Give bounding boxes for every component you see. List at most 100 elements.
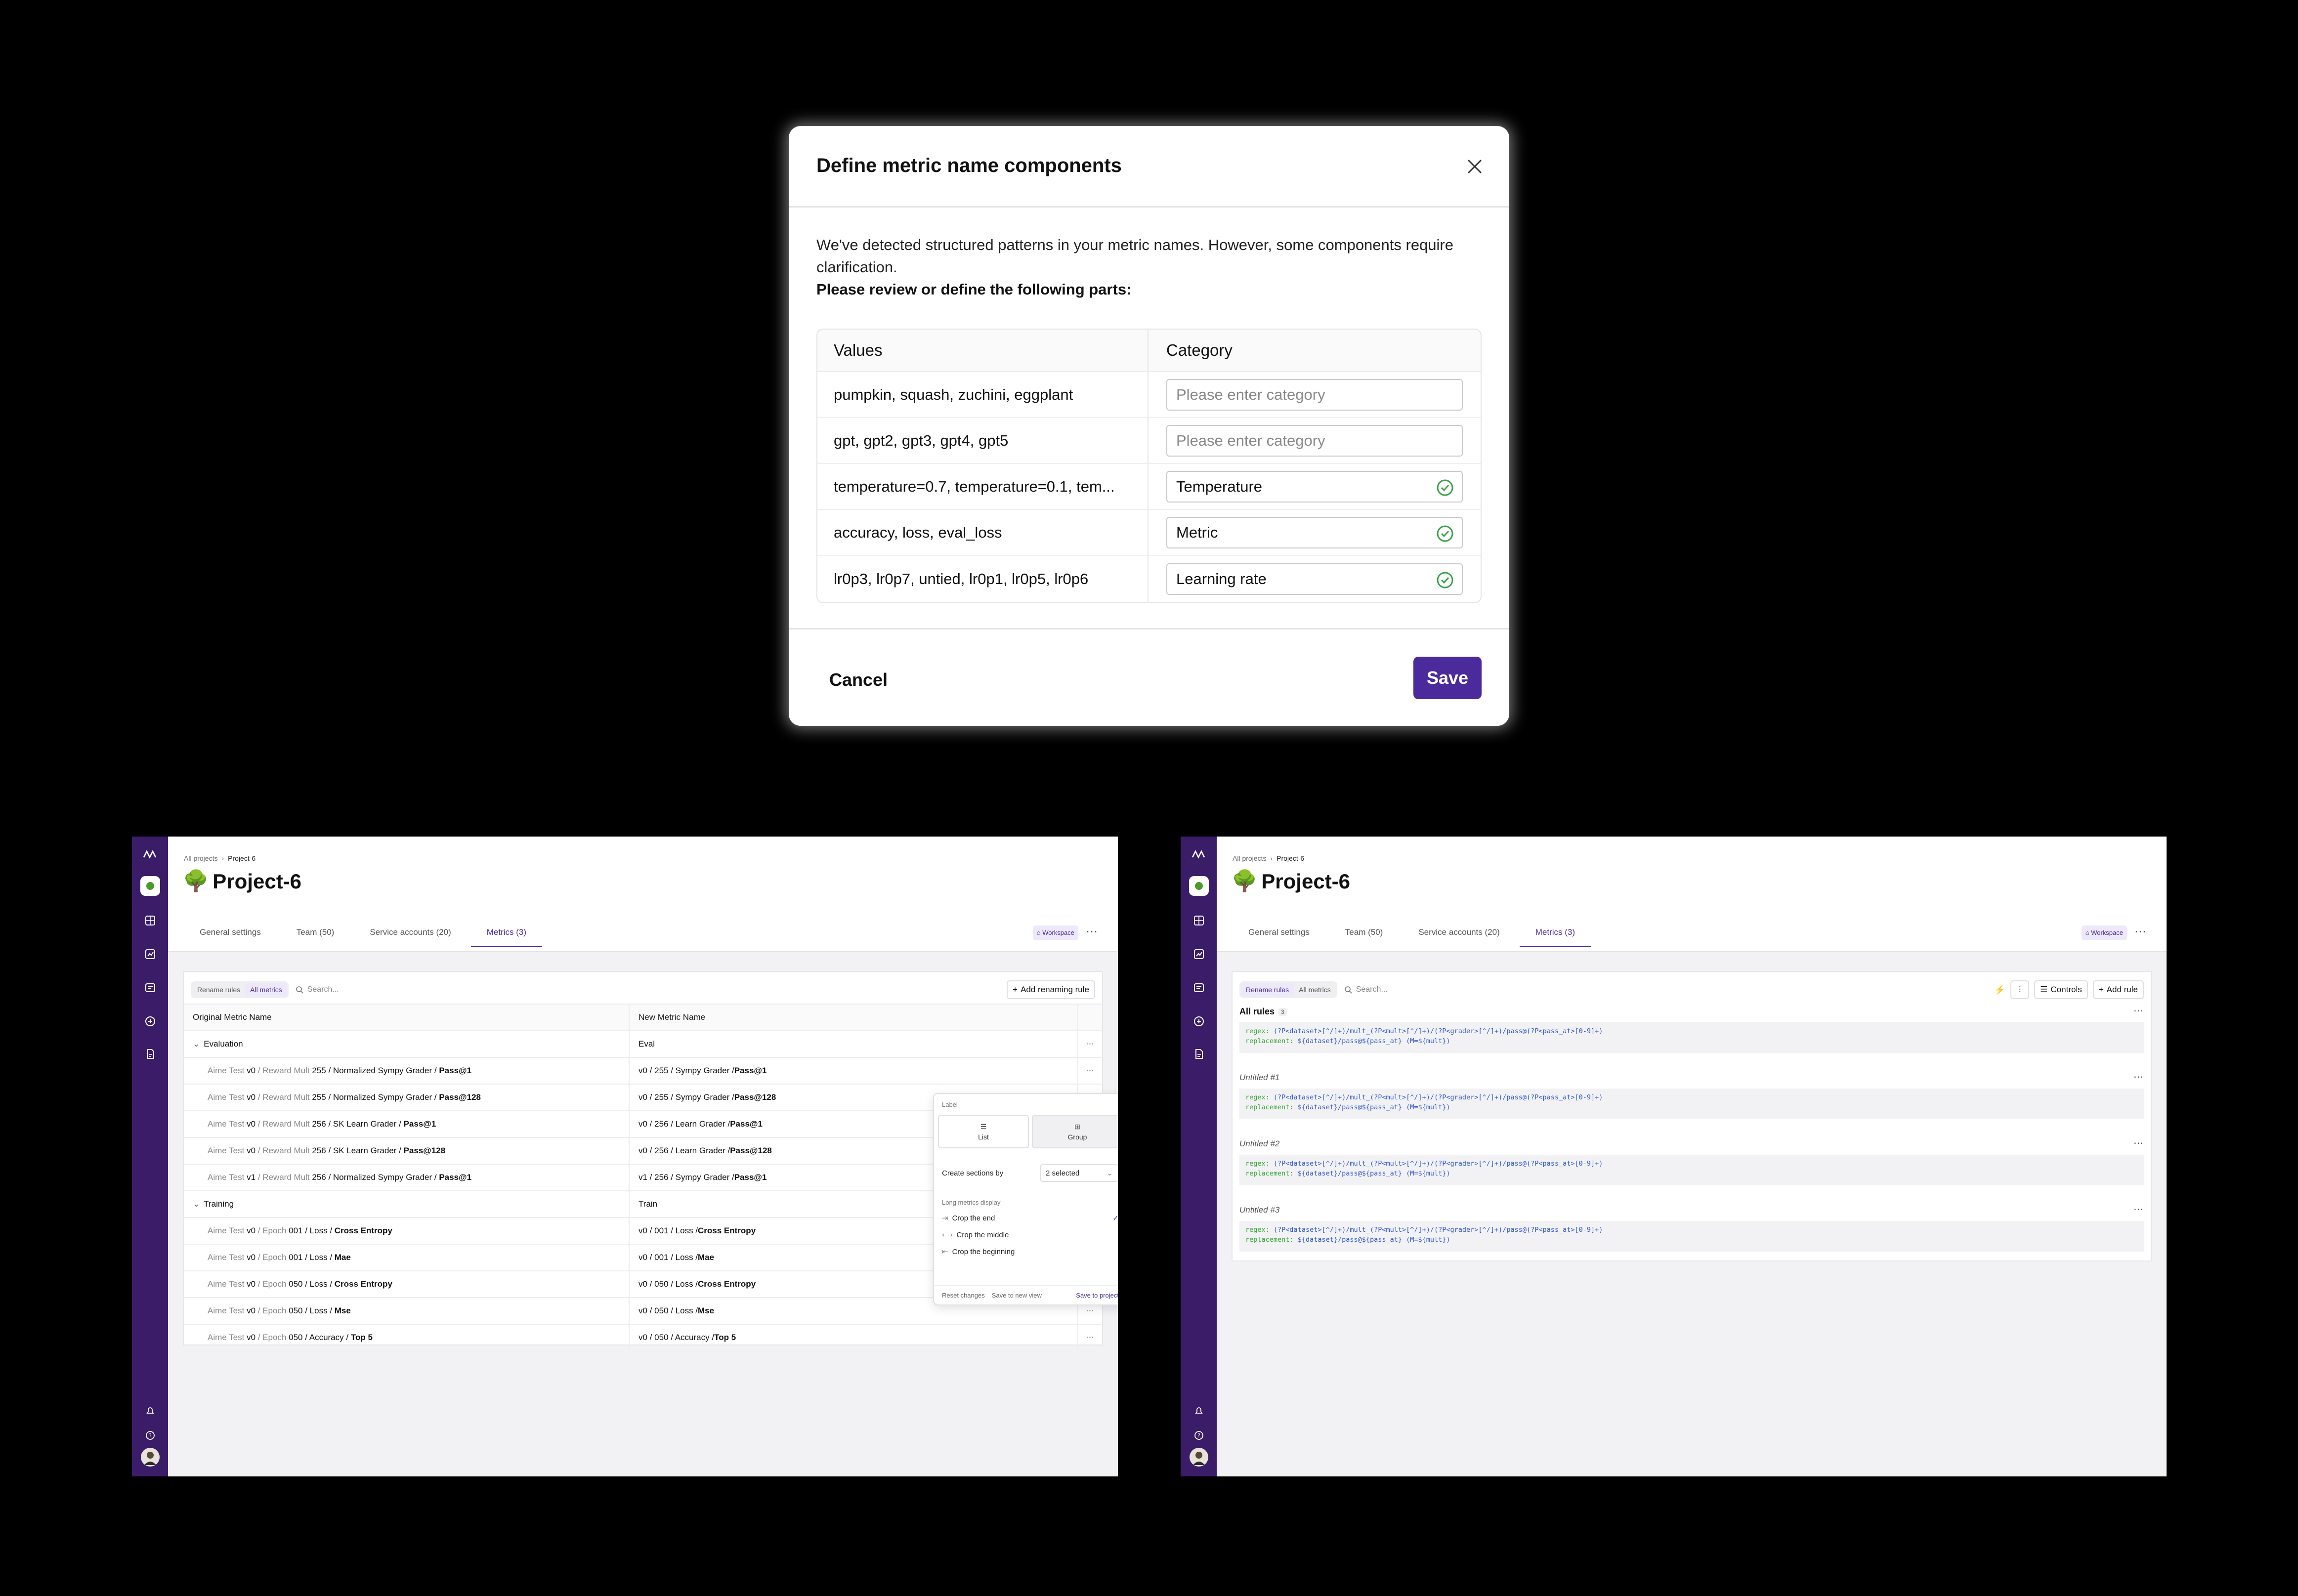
name-part: Mae bbox=[698, 1253, 715, 1262]
name-part: Aime Test bbox=[208, 1253, 247, 1262]
seg-all-metrics[interactable]: All metrics bbox=[1294, 983, 1336, 997]
more-options-icon[interactable]: ⋯ bbox=[1086, 924, 1098, 939]
grid-icon[interactable] bbox=[140, 911, 160, 930]
tab-general-settings[interactable]: General settings bbox=[184, 921, 277, 947]
option-crop-middle[interactable]: ⟷ Crop the middle bbox=[942, 1227, 1118, 1242]
document-icon[interactable] bbox=[1189, 1044, 1209, 1064]
tab-team[interactable]: Team (50) bbox=[1329, 921, 1399, 947]
add-circle-icon[interactable] bbox=[140, 1011, 160, 1031]
chart-icon[interactable] bbox=[1189, 944, 1209, 964]
tab-service-accounts[interactable]: Service accounts (20) bbox=[354, 921, 467, 947]
rule-menu-icon[interactable]: ⋯ bbox=[2133, 1137, 2144, 1149]
option-list[interactable]: ☰ List bbox=[938, 1115, 1029, 1148]
project-avatar-icon[interactable] bbox=[140, 876, 160, 896]
workspace-badge[interactable]: ⌂ Workspace bbox=[2081, 925, 2127, 940]
report-icon[interactable] bbox=[1189, 978, 1209, 998]
save-new-view-link[interactable]: Save to new view bbox=[992, 1292, 1042, 1299]
category-input[interactable] bbox=[1167, 517, 1462, 547]
search-placeholder: Search... bbox=[307, 985, 339, 994]
table-row: Aime Test v0 / Epoch 050 / Accuracy / To… bbox=[184, 1324, 1102, 1350]
option-group-label: Group bbox=[1067, 1133, 1087, 1141]
tab-general-settings[interactable]: General settings bbox=[1233, 921, 1325, 947]
page-title: 🌳 Project-6 bbox=[1232, 869, 1350, 893]
rules-count-badge: 3 bbox=[1278, 1008, 1287, 1016]
category-input[interactable] bbox=[1167, 379, 1462, 410]
option-crop-beginning[interactable]: ⇤ Crop the beginning bbox=[942, 1244, 1118, 1259]
cancel-button[interactable]: Cancel bbox=[816, 661, 900, 699]
tab-metrics[interactable]: Metrics (3) bbox=[470, 921, 543, 947]
category-input[interactable] bbox=[1167, 425, 1462, 456]
rule-code-block[interactable]: regex: (?P<dataset>[^/]+)/mult_(?P<mult>… bbox=[1239, 1022, 2144, 1053]
rule-menu-icon[interactable]: ⋯ bbox=[2133, 1005, 2144, 1017]
replacement-value: ${dataset}/pass@${pass_at} (M=${mult}) bbox=[1297, 1103, 1450, 1111]
replacement-value: ${dataset}/pass@${pass_at} (M=${mult}) bbox=[1297, 1170, 1450, 1177]
option-crop-end[interactable]: ⇥ Crop the end ✓ bbox=[942, 1211, 1118, 1225]
workspace-label: Workspace bbox=[2091, 929, 2123, 936]
close-icon[interactable] bbox=[1463, 155, 1487, 178]
filter-icon[interactable]: ⫶ bbox=[2010, 980, 2030, 999]
name-part: / Loss / bbox=[302, 1306, 335, 1315]
user-avatar[interactable] bbox=[140, 1447, 160, 1467]
component-category-cell bbox=[1149, 510, 1481, 555]
regex-key: regex: bbox=[1245, 1160, 1270, 1168]
add-renaming-rule-button[interactable]: + Add renaming rule bbox=[1007, 980, 1095, 999]
help-icon[interactable]: ? bbox=[1189, 1426, 1209, 1445]
replacement-key: replacement: bbox=[1245, 1236, 1294, 1244]
add-circle-icon[interactable] bbox=[1189, 1011, 1209, 1031]
breadcrumb-root[interactable]: All projects bbox=[184, 854, 217, 862]
user-avatar[interactable] bbox=[1189, 1447, 1209, 1467]
modal-desc-bold: Please review or define the following pa… bbox=[816, 281, 1132, 298]
row-actions-icon[interactable]: ⋯ bbox=[1077, 1325, 1102, 1350]
grid-icon[interactable] bbox=[1189, 911, 1209, 930]
category-input[interactable] bbox=[1167, 564, 1462, 594]
chart-icon[interactable] bbox=[140, 944, 160, 964]
tab-team[interactable]: Team (50) bbox=[281, 921, 350, 947]
seg-rename-rules[interactable]: Rename rules bbox=[192, 983, 245, 997]
name-part: v0 bbox=[247, 1333, 256, 1342]
help-icon[interactable]: ? bbox=[140, 1426, 160, 1445]
workspace-badge[interactable]: ⌂ Workspace bbox=[1032, 925, 1078, 940]
save-button[interactable]: Save bbox=[1413, 657, 1482, 699]
logo-icon[interactable] bbox=[140, 844, 160, 864]
category-input[interactable] bbox=[1167, 471, 1462, 502]
more-options-icon[interactable]: ⋯ bbox=[2134, 924, 2147, 939]
option-group[interactable]: ⊞ Group bbox=[1032, 1115, 1118, 1148]
section-row[interactable]: ⌄ Evaluation Eval ⋯ bbox=[184, 1030, 1102, 1057]
bell-icon[interactable] bbox=[140, 1401, 160, 1421]
name-part: 050 bbox=[289, 1306, 303, 1315]
breadcrumb-root[interactable]: All projects bbox=[1233, 854, 1266, 862]
rule-title[interactable]: Untitled #1 bbox=[1239, 1073, 1279, 1083]
project-avatar-icon[interactable] bbox=[1189, 876, 1209, 896]
name-part: 050 bbox=[289, 1279, 303, 1289]
long-metrics-label: Long metrics display bbox=[942, 1199, 1001, 1206]
reset-changes-link[interactable]: Reset changes bbox=[942, 1292, 985, 1299]
seg-all-metrics[interactable]: All metrics bbox=[245, 983, 287, 997]
row-actions-icon[interactable]: ⋯ bbox=[1077, 1031, 1102, 1057]
row-actions-icon[interactable]: ⋯ bbox=[1077, 1058, 1102, 1084]
workspace-label: Workspace bbox=[1042, 929, 1074, 936]
document-icon[interactable] bbox=[140, 1044, 160, 1064]
tab-metrics[interactable]: Metrics (3) bbox=[1519, 921, 1591, 947]
add-rule-button[interactable]: + Add rule bbox=[2092, 980, 2144, 999]
rule-code-block[interactable]: regex: (?P<dataset>[^/]+)/mult_(?P<mult>… bbox=[1239, 1089, 2144, 1119]
name-part: Pass@128 bbox=[730, 1146, 772, 1155]
col-original-name: Original Metric Name bbox=[193, 1012, 272, 1022]
rule-title[interactable]: Untitled #2 bbox=[1239, 1139, 1279, 1149]
bell-icon[interactable] bbox=[1189, 1401, 1209, 1421]
rule-menu-icon[interactable]: ⋯ bbox=[2133, 1203, 2144, 1216]
tab-service-accounts[interactable]: Service accounts (20) bbox=[1403, 921, 1515, 947]
name-part: Top 5 bbox=[714, 1333, 736, 1342]
controls-button[interactable]: ☰ Controls bbox=[2034, 980, 2088, 999]
logo-icon[interactable] bbox=[1189, 844, 1209, 864]
rule-code-block[interactable]: regex: (?P<dataset>[^/]+)/mult_(?P<mult>… bbox=[1239, 1221, 2144, 1252]
sections-select[interactable]: 2 selected ⌄ bbox=[1040, 1164, 1118, 1182]
report-icon[interactable] bbox=[140, 978, 160, 998]
magic-wand-icon[interactable]: ⚡ bbox=[1995, 985, 2005, 995]
rule-menu-icon[interactable]: ⋯ bbox=[2133, 1071, 2144, 1083]
save-to-project-link[interactable]: Save to project bbox=[1076, 1292, 1118, 1299]
seg-rename-rules[interactable]: Rename rules bbox=[1241, 983, 1294, 997]
search-box[interactable]: Search... bbox=[296, 985, 339, 994]
search-box[interactable]: Search... bbox=[1344, 985, 1388, 994]
rule-title[interactable]: Untitled #3 bbox=[1239, 1205, 1279, 1215]
rule-code-block[interactable]: regex: (?P<dataset>[^/]+)/mult_(?P<mult>… bbox=[1239, 1155, 2144, 1185]
